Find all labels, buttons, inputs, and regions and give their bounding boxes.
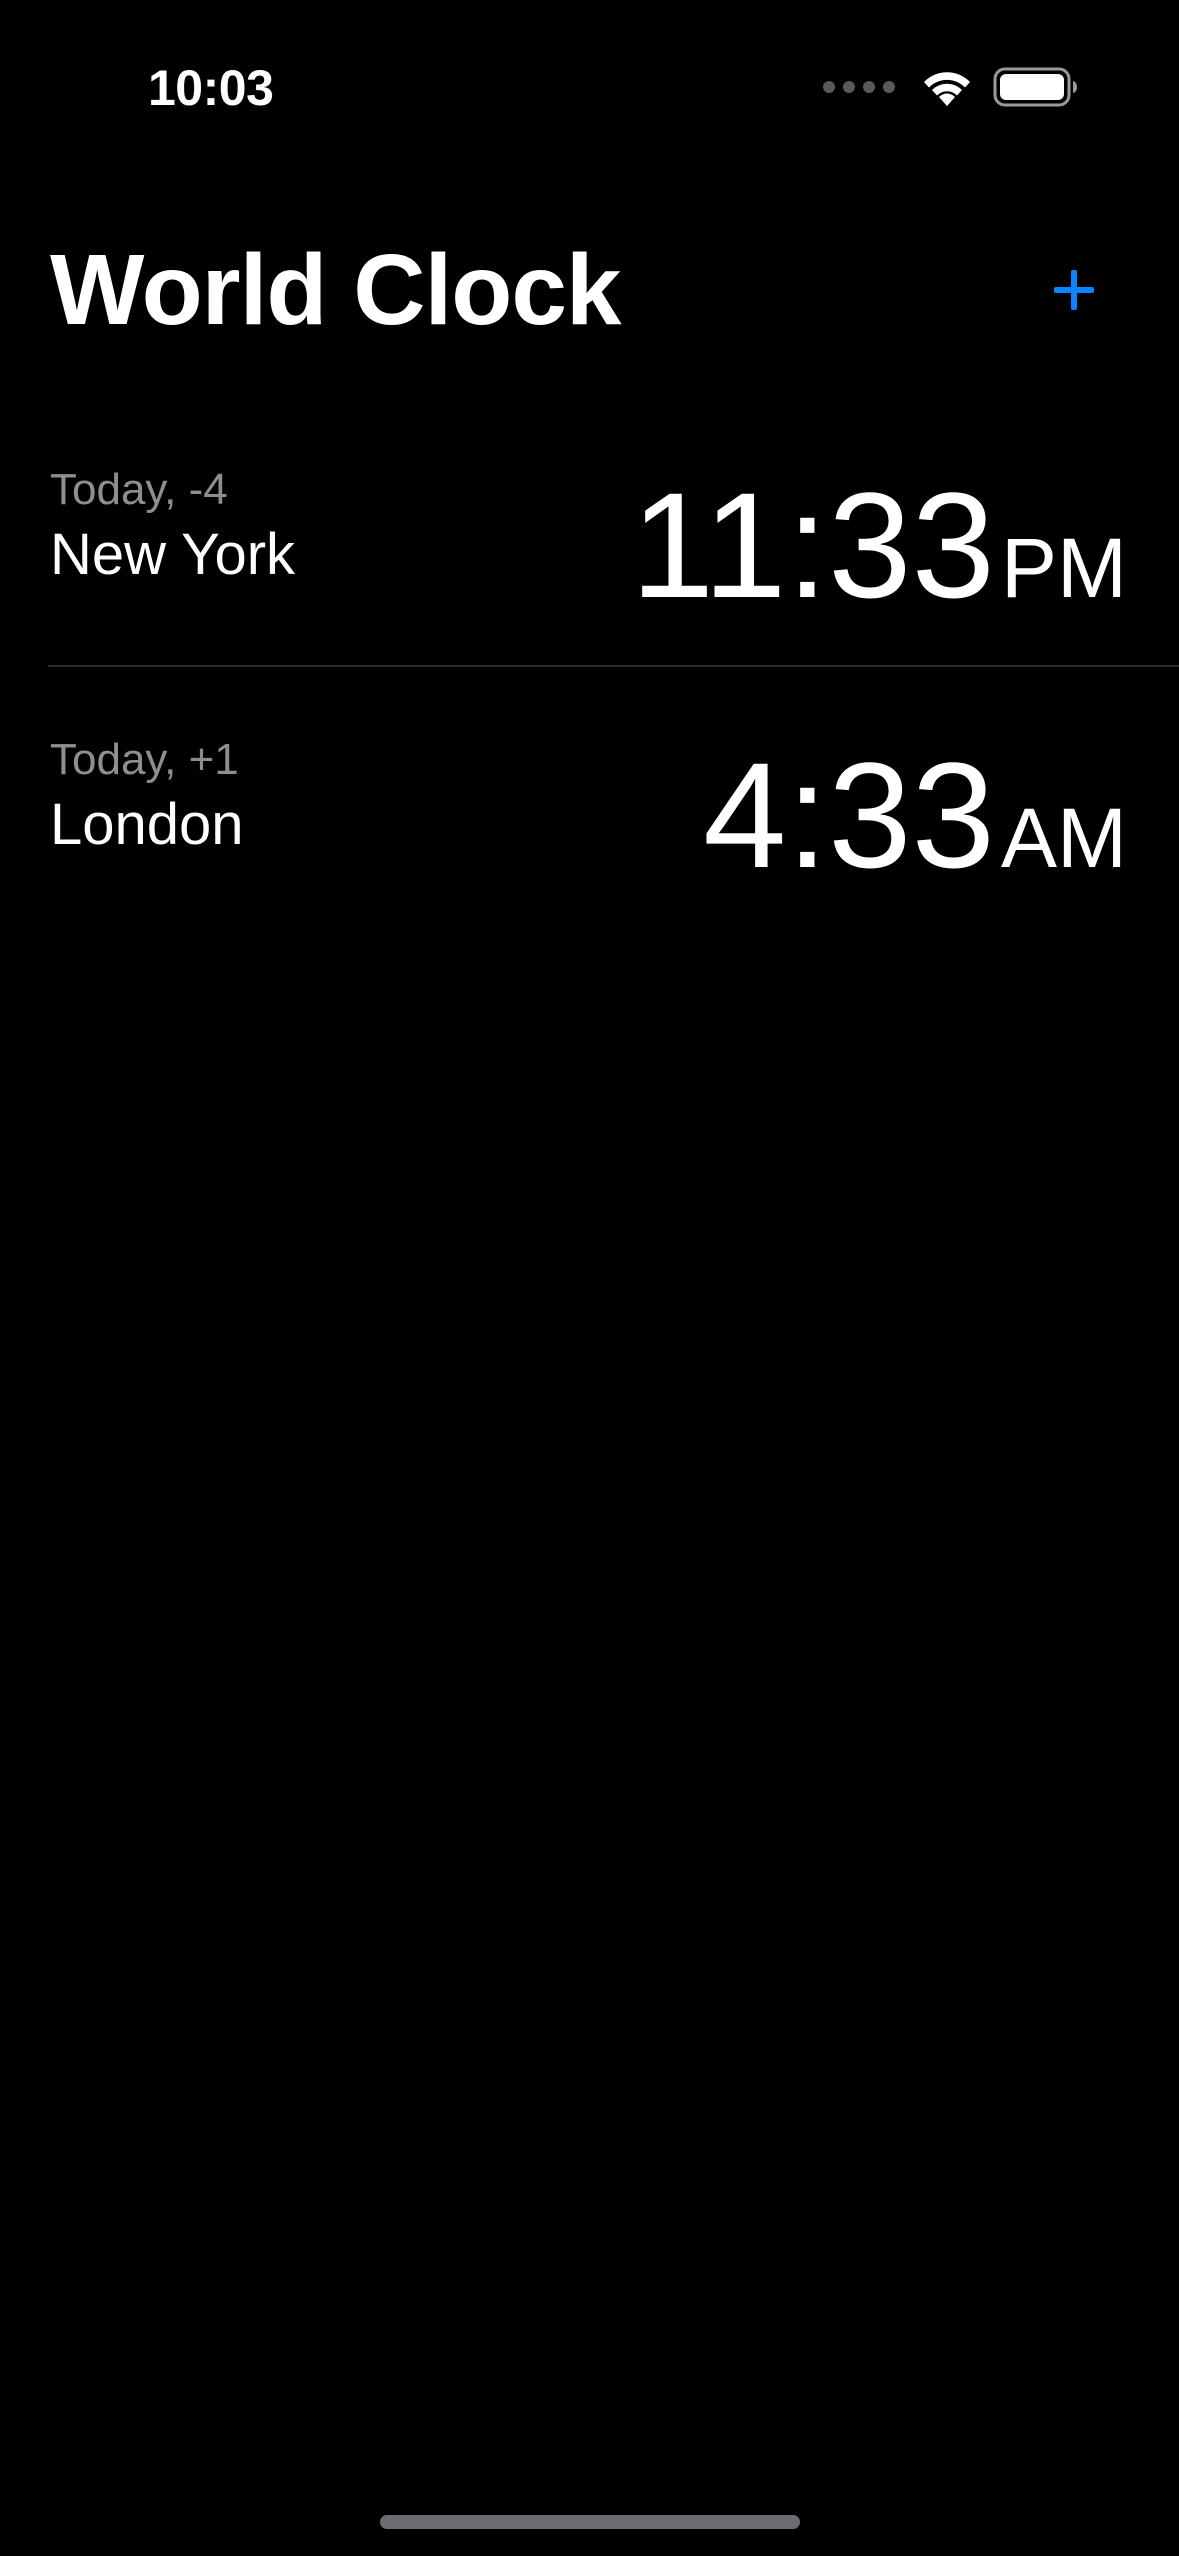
clock-city-name: London bbox=[50, 792, 244, 857]
clock-offset-label: Today, -4 bbox=[50, 465, 228, 514]
clock-row-new-york[interactable]: Today, -4 New York 11:33 PM bbox=[48, 460, 1179, 660]
clock-time: 4:33 bbox=[703, 731, 995, 899]
home-indicator[interactable] bbox=[380, 2515, 800, 2529]
clock-city-name: New York bbox=[50, 522, 296, 587]
status-bar-icons bbox=[823, 62, 1079, 112]
plus-icon bbox=[1054, 270, 1094, 310]
cellular-signal-icon bbox=[823, 81, 895, 93]
wifi-icon bbox=[924, 72, 970, 106]
clock-time-display: 4:33 AM bbox=[703, 730, 1127, 900]
row-divider bbox=[48, 665, 1179, 667]
status-bar-time: 10:03 bbox=[148, 60, 274, 116]
add-clock-button[interactable] bbox=[1039, 255, 1109, 325]
clock-offset-label: Today, +1 bbox=[50, 735, 239, 784]
clock-row-london[interactable]: Today, +1 London 4:33 AM bbox=[48, 730, 1179, 930]
clock-ampm: PM bbox=[1001, 521, 1127, 615]
page-title: World Clock bbox=[50, 234, 622, 346]
battery-icon bbox=[993, 67, 1077, 107]
clock-ampm: AM bbox=[1001, 791, 1127, 885]
clock-time: 11:33 bbox=[630, 461, 995, 629]
clock-time-display: 11:33 PM bbox=[631, 460, 1127, 630]
